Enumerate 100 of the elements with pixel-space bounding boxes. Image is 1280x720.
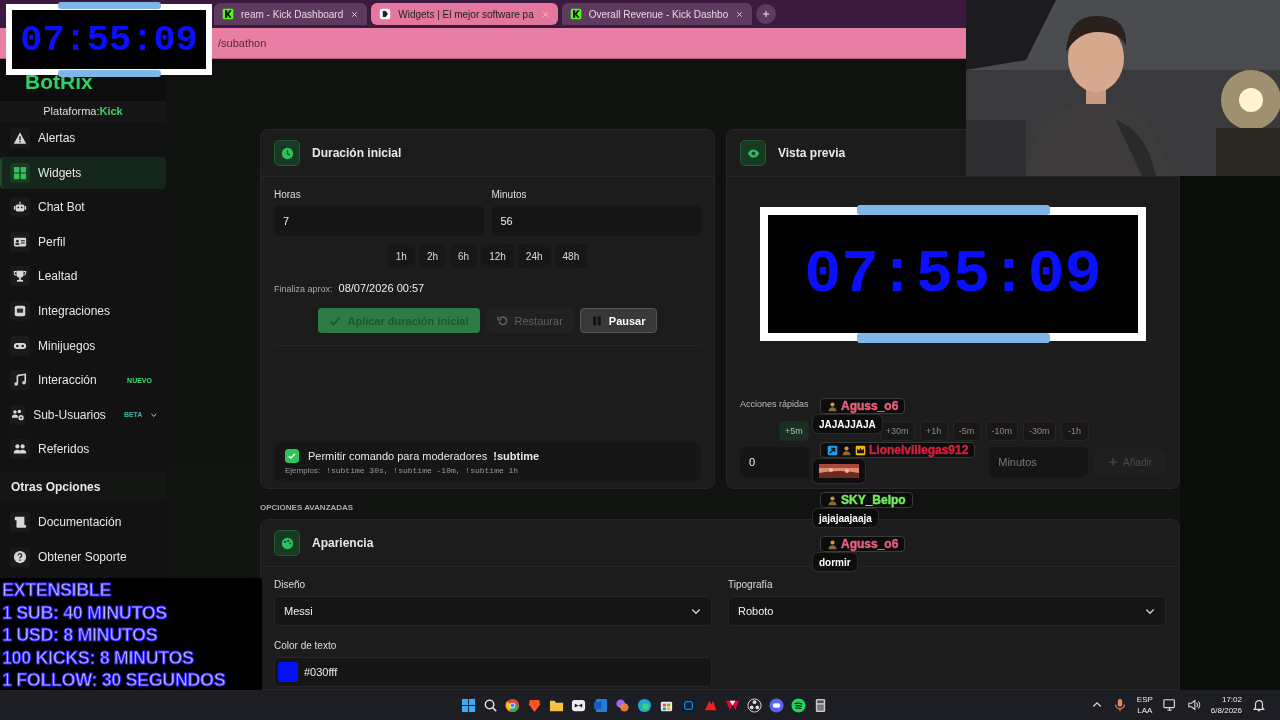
music-note-icon — [13, 373, 27, 388]
music-app-icon[interactable] — [791, 697, 806, 713]
color-field[interactable]: #030fff — [274, 657, 712, 687]
dropdown[interactable]: Roboto — [728, 596, 1166, 626]
grid-icon — [13, 165, 27, 180]
chat-message: jajajaajaaja — [812, 508, 879, 528]
quick-action-button[interactable]: -1h — [1060, 421, 1089, 441]
nav-item[interactable]: Integraciones — [0, 294, 166, 327]
undo-icon — [496, 314, 509, 327]
preset-button[interactable]: 24h — [517, 244, 551, 268]
eye-icon — [746, 146, 760, 160]
chat-message: JAJAJJAJA — [812, 414, 883, 434]
checkbox[interactable] — [285, 449, 299, 463]
field-label: Color de texto — [274, 640, 338, 651]
browser-tab[interactable]: Overall Revenue - Kick Dashbo — [561, 3, 753, 25]
card-title: Duración inicial — [312, 146, 402, 160]
figure-badge-icon — [827, 400, 838, 412]
command-examples: !subtime 30s, !subtime -10m, !subtime 1h — [326, 466, 519, 475]
search-icon[interactable] — [483, 697, 498, 713]
address-field[interactable]: /subathon — [212, 34, 273, 52]
quick-action-button[interactable]: -5m — [952, 421, 981, 441]
check-icon — [287, 451, 297, 461]
quick-action-button[interactable]: +5m — [779, 421, 809, 441]
pause-icon — [590, 314, 603, 327]
section-label: OPCIONES AVANZADAS — [260, 503, 354, 512]
overlay-text: EXTENSIBLE — [1, 579, 113, 602]
quick-action-button[interactable]: -10m — [985, 421, 1019, 441]
scroll-icon — [13, 514, 27, 529]
nav-item[interactable]: Chat Bot — [0, 191, 166, 224]
clock-icon — [280, 146, 294, 160]
help-icon — [13, 549, 27, 564]
plus-icon — [761, 9, 772, 19]
overlay-text: 100 KICKS: 8 MINUTOS — [1, 646, 195, 669]
network-icon — [1162, 698, 1177, 712]
site-icon — [379, 8, 392, 20]
platform-name: Kick — [99, 105, 123, 117]
preset-button[interactable]: 12h — [481, 244, 514, 268]
card-title: Apariencia — [312, 536, 374, 550]
section-label: Acciones rápidas — [740, 399, 809, 409]
close-icon — [350, 9, 360, 19]
preset-button[interactable]: 48h — [554, 244, 588, 268]
app-icon[interactable] — [571, 697, 586, 713]
document-icon[interactable] — [593, 697, 608, 713]
timer-text: 07:55:09 — [20, 18, 198, 61]
browser-icon[interactable] — [505, 697, 520, 713]
quick-action-button[interactable]: -30m — [1023, 421, 1056, 441]
nav-item[interactable]: Widgets — [0, 156, 166, 189]
browser-tab[interactable]: Widgets | El mejor software pa — [371, 3, 558, 25]
input-field[interactable]: 56 — [491, 206, 701, 236]
kick-icon — [222, 8, 234, 20]
language-indicator[interactable]: ESP LAA — [1136, 694, 1153, 716]
browser-tab[interactable]: ream - Kick Dashboard — [214, 3, 368, 25]
pause-button[interactable]: Pausar — [579, 308, 657, 333]
quick-action-button[interactable]: +1h — [919, 421, 948, 441]
notification-icon — [1252, 698, 1266, 712]
chat-square-icon — [13, 303, 27, 318]
timer-text: 07:55:09 — [804, 238, 1102, 310]
quick-action-button[interactable]: +30m — [879, 421, 915, 441]
nav-item[interactable]: Minijuegos — [0, 329, 166, 362]
section-title: Otras Opciones — [0, 471, 166, 502]
nav-item[interactable]: Obtener Soporte — [0, 540, 166, 573]
nav-item[interactable]: Documentación — [0, 505, 166, 538]
figure-badge-icon — [827, 494, 838, 506]
clock[interactable]: 17:02 6/8/2026 — [1210, 694, 1242, 716]
calculator-icon[interactable] — [813, 697, 828, 713]
checkbox-label: Permitir comando para moderadores !subtime — [308, 450, 540, 462]
username: SKY_Belpo — [841, 493, 906, 507]
platform-label: Plataforma: — [43, 105, 100, 117]
field-label: Diseño — [274, 579, 307, 590]
nav-item[interactable]: Referidos — [0, 433, 166, 466]
preset-button[interactable]: 1h — [387, 244, 415, 268]
new-tab-button[interactable] — [756, 4, 777, 24]
figure-badge-icon — [827, 538, 838, 550]
username: Aguss_o6 — [841, 537, 899, 551]
field-label: Horas — [274, 189, 302, 200]
trophy-icon — [13, 269, 27, 284]
preset-button[interactable]: 6h — [450, 244, 478, 268]
input-field[interactable]: 7 — [274, 206, 484, 236]
nav-item[interactable]: Alertas — [0, 122, 166, 154]
plus-icon — [1108, 457, 1119, 467]
nav-item[interactable]: Perfil — [0, 225, 166, 258]
close-icon — [735, 9, 745, 19]
volume-icon — [1186, 698, 1201, 712]
input-field[interactable]: 0 — [740, 447, 810, 477]
chat-message: dormir — [812, 552, 858, 572]
field-label: Tipografía — [728, 579, 774, 590]
dropdown[interactable]: Messi — [274, 596, 712, 626]
overlay-text: 1 SUB: 40 MINUTOS — [1, 601, 168, 624]
microphone-icon — [1112, 698, 1127, 712]
windows-icon[interactable] — [461, 697, 476, 713]
warning-icon — [13, 131, 27, 145]
nav-item[interactable]: Lealtad — [0, 260, 166, 293]
end-value: 08/07/2026 00:57 — [338, 282, 425, 294]
dropdown[interactable]: Minutos — [989, 447, 1089, 477]
overlay-text: 1 FOLLOW: 30 SEGUNDOS — [1, 669, 227, 692]
examples-label: Ejemplos: — [285, 466, 321, 475]
overlay-text: 1 USD: 8 MINUTOS — [1, 624, 159, 647]
preset-button[interactable]: 2h — [418, 244, 447, 268]
check-icon — [329, 314, 342, 327]
close-icon — [540, 9, 550, 19]
